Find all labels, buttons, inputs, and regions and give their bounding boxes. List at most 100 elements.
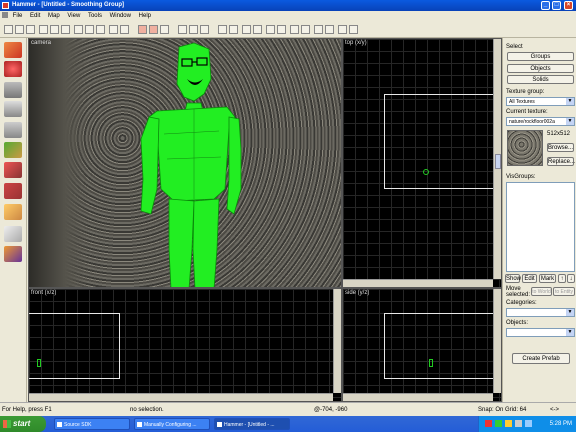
browse-button[interactable]: Browse... xyxy=(547,143,574,152)
texture-tool-icon[interactable] xyxy=(4,142,22,158)
viewport-label: front (x/z) xyxy=(31,290,57,296)
start-button[interactable]: start xyxy=(0,416,46,432)
hide-icon[interactable] xyxy=(109,25,118,34)
network-icon[interactable] xyxy=(525,420,532,427)
unhide-icon[interactable] xyxy=(120,25,129,34)
portal-icon[interactable] xyxy=(325,25,334,34)
mark-button[interactable]: Mark xyxy=(539,274,556,283)
status-selection: no selection. xyxy=(130,407,164,413)
side-view-hscroll[interactable] xyxy=(343,393,493,401)
minimize-button[interactable]: _ xyxy=(541,1,550,10)
menu-tools[interactable]: Tools xyxy=(85,11,105,22)
task-source-sdk[interactable]: Source SDK xyxy=(54,418,130,430)
create-prefab-button[interactable]: Create Prefab xyxy=(512,353,570,364)
front-viewport[interactable]: front (x/z) xyxy=(28,288,342,402)
menu-window[interactable]: Window xyxy=(107,11,134,22)
vertex-tool-icon[interactable] xyxy=(4,246,22,262)
main-toolbar xyxy=(0,22,576,38)
texture-lock-icon[interactable] xyxy=(149,25,158,34)
group-icon[interactable] xyxy=(85,25,94,34)
side-viewport[interactable]: side (y/z) xyxy=(342,288,502,402)
toggle-models-icon[interactable] xyxy=(189,25,198,34)
menu-map[interactable]: Map xyxy=(45,11,63,22)
categories-select[interactable]: ▼ xyxy=(506,308,575,317)
to-world-button[interactable]: to World xyxy=(531,287,552,296)
toggle-select-icon[interactable] xyxy=(218,25,227,34)
side-view-vscroll[interactable] xyxy=(493,289,501,393)
tools-palette xyxy=(0,38,27,402)
radius-cull-icon[interactable] xyxy=(253,25,262,34)
menu-view[interactable]: View xyxy=(64,11,83,22)
larger-grid-icon[interactable] xyxy=(26,25,35,34)
app-icon xyxy=(217,422,222,427)
scroll-thumb[interactable] xyxy=(495,154,501,169)
top-viewport[interactable]: top (x/y) xyxy=(342,38,502,288)
replace-button[interactable]: Replace... xyxy=(547,157,575,166)
visgroups-list[interactable] xyxy=(506,182,575,272)
scale-lock-icon[interactable] xyxy=(160,25,169,34)
task-hammer[interactable]: Hammer - [Untitled - ... xyxy=(214,418,290,430)
selection-tool-icon[interactable] xyxy=(4,42,22,58)
menu-help[interactable]: Help xyxy=(136,11,154,22)
objects-select[interactable]: ▼ xyxy=(506,328,575,337)
groups-button[interactable]: Groups xyxy=(507,52,574,61)
snap-icon[interactable] xyxy=(61,25,70,34)
app-icon xyxy=(57,422,62,427)
speaker-icon[interactable] xyxy=(515,420,522,427)
compile-icon[interactable] xyxy=(277,25,286,34)
camera-icon[interactable] xyxy=(338,25,347,34)
tray-icon[interactable] xyxy=(505,420,512,427)
menu-file[interactable]: File xyxy=(10,11,26,22)
objects-button[interactable]: Objects xyxy=(507,64,574,73)
task-manually-configuring[interactable]: Manually Configuring ... xyxy=(134,418,210,430)
block-tool-icon[interactable] xyxy=(4,122,22,138)
texture-group-select[interactable]: All Textures ▼ xyxy=(506,97,575,106)
tray-icon[interactable] xyxy=(485,420,492,427)
texture-preview xyxy=(507,130,543,166)
show-button[interactable]: Show xyxy=(505,274,521,283)
display-options-icon[interactable] xyxy=(290,25,299,34)
select-label: Select xyxy=(506,44,523,50)
toggle-entities-icon[interactable] xyxy=(229,25,238,34)
close-button[interactable]: × xyxy=(564,1,573,10)
overlay-tool-icon[interactable] xyxy=(4,204,22,220)
smaller-grid-icon[interactable] xyxy=(15,25,24,34)
top-view-vscroll[interactable] xyxy=(493,39,501,279)
front-view-hscroll[interactable] xyxy=(29,393,333,401)
apply-texture-icon[interactable] xyxy=(4,162,22,178)
player-start-marker xyxy=(37,359,41,367)
maximize-button[interactable]: □ xyxy=(552,1,561,10)
clip-tool-icon[interactable] xyxy=(4,226,22,242)
current-texture-select[interactable]: nature/rockfloor002a ▼ xyxy=(506,117,575,126)
front-view-vscroll[interactable] xyxy=(333,289,341,393)
decal-tool-icon[interactable] xyxy=(4,183,22,199)
eye-icon[interactable] xyxy=(349,25,358,34)
vis-icon[interactable] xyxy=(314,25,323,34)
run-map-icon[interactable] xyxy=(266,25,275,34)
tray-icon[interactable] xyxy=(495,420,502,427)
texture-group-value: All Textures xyxy=(509,99,535,105)
solids-button[interactable]: Solids xyxy=(507,75,574,84)
arrow-down-icon[interactable]: ↓ xyxy=(567,274,575,283)
edit-button[interactable]: Edit xyxy=(522,274,537,283)
carve-icon[interactable] xyxy=(74,25,83,34)
to-entity-button[interactable]: to Entity xyxy=(553,287,575,296)
auto-visgroup-icon[interactable] xyxy=(301,25,310,34)
texture-size: 512x512 xyxy=(547,131,571,137)
wireframe-icon[interactable] xyxy=(50,25,59,34)
cordon-icon[interactable] xyxy=(138,25,147,34)
entity-tool-icon[interactable] xyxy=(4,101,22,117)
menu-edit[interactable]: Edit xyxy=(27,11,43,22)
toggle-helpers-icon[interactable] xyxy=(178,25,187,34)
arrow-up-icon[interactable]: ↑ xyxy=(558,274,566,283)
cordon-box-icon[interactable] xyxy=(242,25,251,34)
camera-tool-icon[interactable] xyxy=(4,82,22,98)
grid-toggle-icon[interactable] xyxy=(4,25,13,34)
camera-viewport[interactable]: camera xyxy=(28,38,342,288)
top-view-hscroll[interactable] xyxy=(343,279,493,287)
ungroup-icon[interactable] xyxy=(96,25,105,34)
window-title: Hammer - [Untitled - Smoothing Group] xyxy=(12,2,124,8)
toggle-textures-icon[interactable] xyxy=(200,25,209,34)
3d-grid-icon[interactable] xyxy=(39,25,48,34)
magnify-tool-icon[interactable] xyxy=(4,61,22,77)
